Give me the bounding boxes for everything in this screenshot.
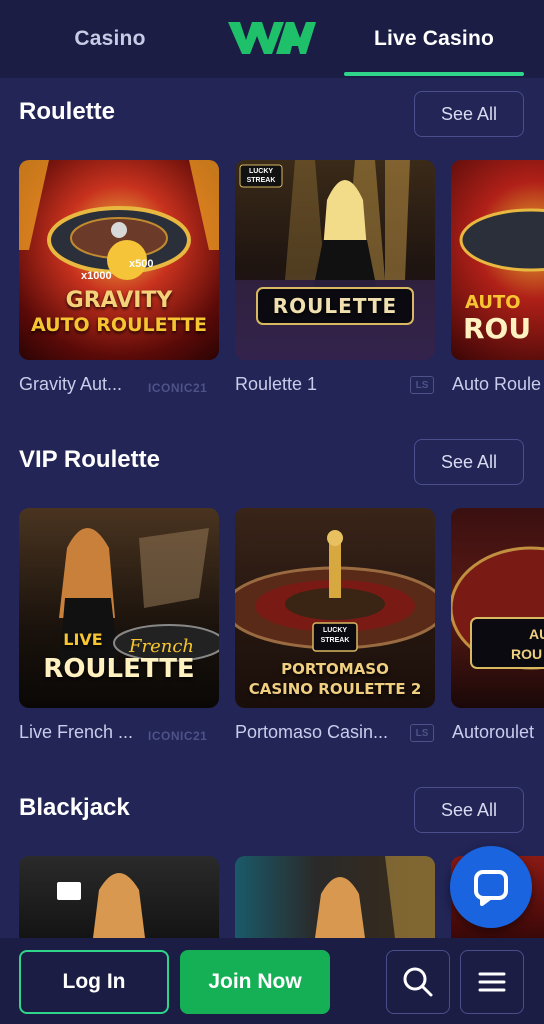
section-title-blackjack: Blackjack: [19, 794, 130, 821]
game-title[interactable]: Live French ...: [19, 722, 133, 743]
search-button[interactable]: [386, 950, 450, 1014]
game-card-portomaso-casino-roulette-2[interactable]: LUCKY STREAK PORTOMASO CASINO ROULETTE 2: [235, 508, 435, 708]
game-title[interactable]: Gravity Aut...: [19, 374, 122, 395]
game-card-gravity-auto-roulette[interactable]: x1000 x500 GRAVITY AUTO ROULETTE: [19, 160, 219, 360]
chat-bubble-icon[interactable]: [450, 846, 532, 928]
card-art-subtitle: CASINO ROULETTE 2: [248, 680, 422, 698]
provider-iconic21-logo: ICONIC21: [148, 729, 208, 743]
lucky-streak-logo: LUCKY STREAK: [320, 627, 350, 644]
card-art-title: PORTOMASO: [281, 660, 389, 678]
card-art-subtitle: AUTO ROULETTE: [31, 314, 207, 336]
see-all-vip-roulette-button[interactable]: See All: [414, 439, 524, 485]
see-all-blackjack-button[interactable]: See All: [414, 787, 524, 833]
provider-iconic21-logo: ICONIC21: [148, 381, 208, 395]
section-title-vip-roulette: VIP Roulette: [19, 446, 160, 473]
card-art-title: ROULETTE: [43, 654, 195, 684]
search-icon: [403, 967, 433, 997]
card-art-title: GRAVITY: [65, 288, 173, 313]
card-art-title: AU: [529, 626, 544, 642]
game-card-autoroulette[interactable]: AU ROU: [451, 508, 544, 708]
game-card-auto-roulette[interactable]: AUTO ROU: [451, 160, 544, 360]
game-card-live-french-roulette[interactable]: LIVE French ROULETTE: [19, 508, 219, 708]
game-title[interactable]: Auto Roule: [452, 374, 541, 395]
tab-casino[interactable]: Casino: [40, 0, 180, 78]
multiplier-badge: x1000: [81, 270, 112, 282]
game-title[interactable]: Roulette 1: [235, 374, 317, 395]
game-title[interactable]: Autoroulet: [452, 722, 534, 743]
game-card-roulette-1[interactable]: LUCKY STREAK ROULETTE: [235, 160, 435, 360]
card-art-subtitle: ROU: [511, 646, 543, 662]
tab-live-casino[interactable]: Live Casino: [344, 0, 524, 78]
provider-ls-logo: LS: [410, 376, 434, 394]
menu-button[interactable]: [460, 950, 524, 1014]
section-title-roulette: Roulette: [19, 98, 115, 125]
see-all-roulette-button[interactable]: See All: [414, 91, 524, 137]
active-tab-indicator: [344, 72, 524, 76]
menu-icon: [478, 972, 506, 992]
game-title[interactable]: Portomaso Casin...: [235, 722, 388, 743]
game-card-blackjack-1[interactable]: [19, 856, 219, 938]
provider-ls-logo: LS: [410, 724, 434, 742]
card-art-title: AUTO: [465, 292, 521, 313]
card-art-title: ROULETTE: [272, 294, 398, 318]
multiplier-badge: x500: [129, 258, 154, 270]
login-button[interactable]: Log In: [19, 950, 169, 1014]
card-art-subtitle: ROU: [463, 312, 532, 345]
game-card-blackjack-2[interactable]: [235, 856, 435, 938]
wm-logo[interactable]: [226, 18, 318, 58]
join-now-button[interactable]: Join Now: [180, 950, 330, 1014]
lucky-streak-logo: LUCKY STREAK: [246, 168, 276, 184]
